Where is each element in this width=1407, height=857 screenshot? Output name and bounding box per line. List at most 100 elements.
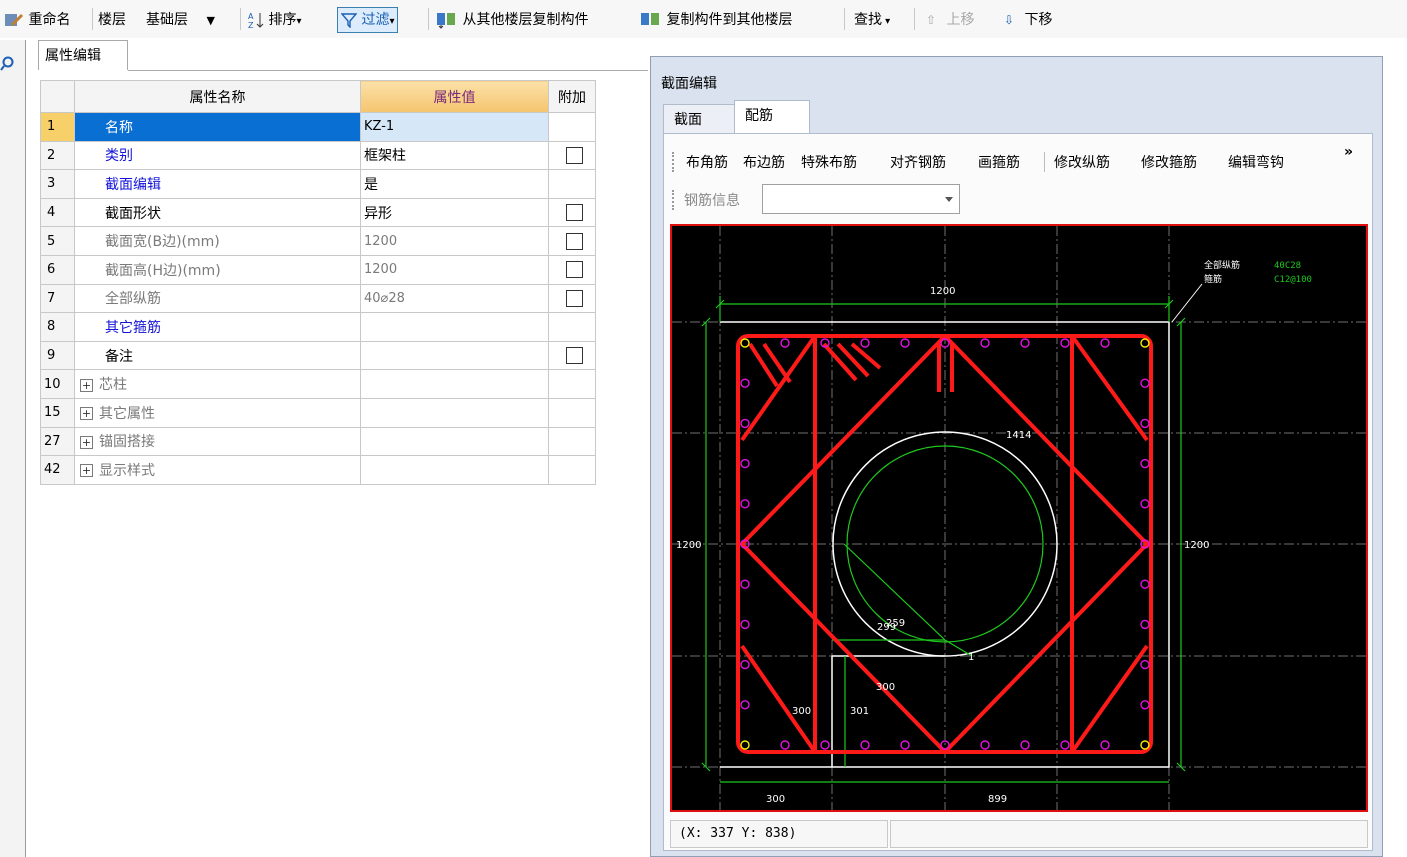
find-button[interactable]: 查找 ▾ — [854, 9, 890, 31]
drawing-canvas[interactable]: 1200 1200 1200 1414 300 300 301 300 899 … — [670, 224, 1368, 812]
header-corner — [40, 80, 75, 113]
side-rebar — [980, 338, 990, 348]
table-row[interactable]: 5 截面宽(B边)(mm) 1200 — [40, 226, 596, 256]
property-name[interactable]: 类别 — [74, 140, 361, 171]
table-row[interactable]: 15 + 其它属性 — [40, 397, 596, 428]
property-name[interactable]: 备注 — [74, 340, 361, 371]
property-group[interactable]: + 锚固搭接 — [74, 426, 361, 457]
expand-icon[interactable]: + — [80, 407, 93, 421]
section-drawing[interactable]: 1200 1200 1200 1414 300 300 301 300 899 … — [672, 226, 1366, 810]
legend-value-stirrup: C12@100 — [1274, 275, 1312, 285]
toolbar-separator — [240, 8, 241, 30]
edit-hook-button[interactable]: 编辑弯钩 — [1228, 152, 1284, 172]
tab-property-edit[interactable]: 属性编辑 — [38, 40, 128, 70]
table-row[interactable]: 4 截面形状 异形 — [40, 197, 596, 228]
copy-from-floor-button[interactable]: 从其他楼层复制构件 — [436, 9, 588, 31]
header-extra[interactable]: 附加 — [548, 80, 596, 113]
property-value — [360, 426, 549, 457]
floor-value: 基础层 — [146, 12, 188, 28]
side-rebar — [1100, 338, 1110, 348]
filter-button[interactable]: 过滤▾ — [337, 7, 399, 33]
table-row[interactable]: 9 备注 — [40, 340, 596, 371]
header-property-name[interactable]: 属性名称 — [74, 80, 361, 113]
property-group[interactable]: + 显示样式 — [74, 455, 361, 485]
row-number: 7 — [40, 283, 75, 314]
header-property-value[interactable]: 属性值 — [360, 80, 549, 113]
property-value — [360, 455, 549, 485]
property-value[interactable]: 是 — [360, 169, 549, 199]
table-row[interactable]: 42 + 显示样式 — [40, 455, 596, 485]
property-name[interactable]: 其它箍筋 — [74, 312, 361, 342]
table-row[interactable]: 8 其它箍筋 — [40, 312, 596, 342]
copy-from-label: 从其他楼层复制构件 — [462, 12, 589, 28]
dim-label-top: 1200 — [930, 286, 955, 297]
align-bar-button[interactable]: 对齐钢筋 — [890, 152, 946, 172]
table-row[interactable]: 7 全部纵筋 40⌀28 — [40, 283, 596, 314]
side-rebar — [740, 700, 750, 710]
chevron-down-icon: ▼ — [206, 14, 215, 27]
legend-label-stirrup: 箍筋 — [1204, 273, 1222, 285]
extra-checkbox[interactable] — [566, 232, 583, 250]
property-name[interactable]: 名称 — [74, 112, 361, 142]
property-name[interactable]: 截面形状 — [74, 197, 361, 228]
table-row[interactable]: 2 类别 框架柱 — [40, 140, 596, 171]
extra-checkbox[interactable] — [566, 261, 583, 279]
tab-section[interactable]: 截面 — [663, 104, 735, 134]
group-label: 其它属性 — [99, 405, 155, 422]
corner-bar-button[interactable]: 布角筋 — [686, 152, 728, 172]
search-icon[interactable] — [0, 56, 14, 72]
side-rebar — [1140, 378, 1150, 388]
copy-to-floor-button[interactable]: 复制构件到其他楼层 — [640, 9, 792, 31]
sort-button[interactable]: AZ 排序▾ — [248, 9, 301, 31]
property-name[interactable]: 全部纵筋 — [74, 283, 361, 314]
draw-stirrup-button[interactable]: 画箍筋 — [978, 152, 1020, 172]
extra-cell — [548, 426, 596, 457]
extra-checkbox[interactable] — [566, 204, 583, 222]
extra-checkbox[interactable] — [566, 289, 583, 307]
property-value[interactable]: KZ-1 — [360, 112, 549, 142]
extra-checkbox[interactable] — [566, 347, 583, 365]
property-value[interactable]: 1200 — [360, 254, 549, 285]
extra-checkbox[interactable] — [566, 146, 583, 164]
property-value[interactable]: 异形 — [360, 197, 549, 228]
expand-icon[interactable]: + — [80, 378, 93, 392]
table-row[interactable]: 27 + 锚固搭接 — [40, 426, 596, 457]
table-row[interactable]: 1 名称 KZ-1 — [40, 112, 596, 142]
property-value[interactable]: 40⌀28 — [360, 283, 549, 314]
property-value[interactable]: 1200 — [360, 226, 549, 256]
property-name[interactable]: 截面高(H边)(mm) — [74, 254, 361, 285]
side-rebar — [820, 740, 830, 750]
more-button[interactable]: » — [1344, 144, 1353, 160]
special-bar-button[interactable]: 特殊布筋 — [801, 152, 857, 172]
rebar-info-select[interactable] — [762, 184, 960, 214]
table-row[interactable]: 6 截面高(H边)(mm) 1200 — [40, 254, 596, 285]
move-up-button[interactable]: ⇧ 上移 — [926, 9, 975, 31]
table-row[interactable]: 3 截面编辑 是 — [40, 169, 596, 199]
property-group[interactable]: + 其它属性 — [74, 397, 361, 428]
side-rebar — [1100, 740, 1110, 750]
expand-icon[interactable]: + — [80, 435, 93, 449]
property-value[interactable] — [360, 340, 549, 371]
side-bar-button[interactable]: 布边筋 — [743, 152, 785, 172]
property-value[interactable]: 框架柱 — [360, 140, 549, 171]
modify-stirrup-button[interactable]: 修改箍筋 — [1141, 152, 1197, 172]
move-down-button[interactable]: ⇩ 下移 — [1004, 9, 1053, 31]
property-value[interactable] — [360, 312, 549, 342]
property-name[interactable]: 截面编辑 — [74, 169, 361, 199]
rename-button[interactable]: 重命名 — [4, 9, 70, 31]
floor-select[interactable]: 基础层 ▼ — [146, 9, 215, 31]
modify-longitudinal-button[interactable]: 修改纵筋 — [1054, 152, 1110, 172]
property-name[interactable]: 截面宽(B边)(mm) — [74, 226, 361, 256]
status-field — [890, 820, 1368, 848]
section-editor-dialog: 截面编辑 截面 配筋 布角筋 布边筋 特殊布筋 对齐钢筋 画箍筋 修改纵筋 修改… — [650, 56, 1383, 857]
property-group[interactable]: + 芯柱 — [74, 369, 361, 399]
row-number: 1 — [40, 112, 75, 142]
side-rebar — [1060, 338, 1070, 348]
table-row[interactable]: 10 + 芯柱 — [40, 369, 596, 399]
stirrup-tie — [740, 644, 817, 754]
expand-icon[interactable]: + — [80, 464, 93, 478]
toolbar-separator — [428, 8, 429, 30]
tab-reinforcement[interactable]: 配筋 — [734, 100, 810, 134]
side-rebar — [1140, 579, 1150, 589]
dim-label-300b: 300 — [792, 706, 811, 717]
